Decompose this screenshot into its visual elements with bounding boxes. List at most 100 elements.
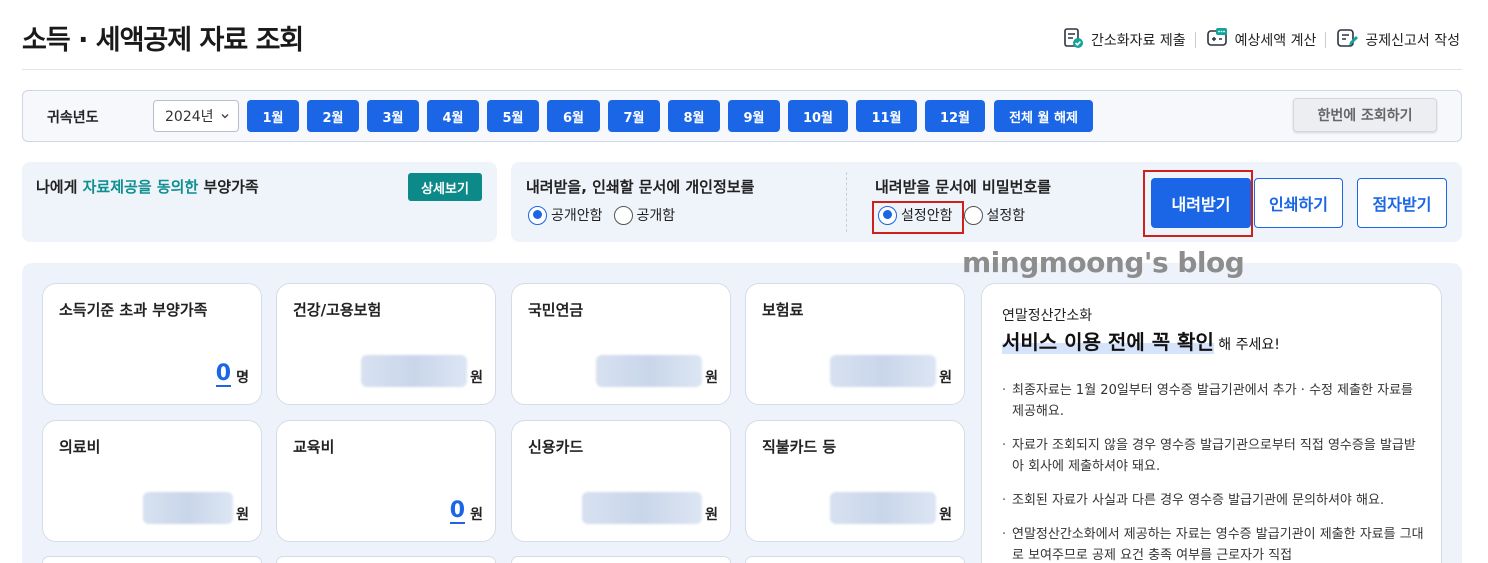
download-button[interactable]: 내려받기 bbox=[1151, 178, 1251, 228]
blurred-amount bbox=[143, 492, 234, 524]
privacy-show-radio[interactable] bbox=[613, 205, 633, 225]
blurred-amount bbox=[361, 355, 468, 387]
summary-card-partial bbox=[511, 556, 731, 563]
summary-card[interactable]: 교육비 0 원 bbox=[276, 420, 496, 542]
summary-card[interactable]: 직불카드 등 원 bbox=[745, 420, 965, 542]
attribution-year-label: 귀속년도 bbox=[47, 110, 99, 126]
summary-card[interactable]: 소득기준 초과 부양가족 0 명 bbox=[42, 283, 262, 405]
print-button[interactable]: 인쇄하기 bbox=[1254, 178, 1343, 228]
summary-card-partial bbox=[276, 556, 496, 563]
header-divider bbox=[22, 69, 1462, 70]
document-check-icon bbox=[1061, 26, 1091, 54]
estimated-tax-label: 예상세액 계산 bbox=[1234, 33, 1317, 49]
card-value: 원 bbox=[830, 492, 952, 524]
month-button-7[interactable]: 7월 bbox=[608, 100, 660, 132]
card-unit: 원 bbox=[705, 370, 718, 386]
document-edit-icon bbox=[1335, 26, 1365, 54]
month-button-5[interactable]: 5월 bbox=[487, 100, 539, 132]
dependents-highlight: 자료제공을 동의한 bbox=[82, 178, 199, 196]
page-header: 소득 · 세액공제 자료 조회 간소화자료 제출 예상세액 계산 공제신고서 작… bbox=[0, 0, 1488, 70]
month-button-8[interactable]: 8월 bbox=[668, 100, 720, 132]
password-off-radio[interactable] bbox=[878, 205, 897, 225]
simplified-data-submit-link[interactable]: 간소화자료 제출 bbox=[1061, 26, 1186, 54]
notice-item: 조회된 자료가 사실과 다른 경우 영수증 발급기관에 문의하셔야 해요. bbox=[1002, 490, 1427, 511]
blog-watermark: mingmoong's blog bbox=[962, 246, 1245, 279]
blurred-amount bbox=[596, 355, 703, 387]
month-button-4[interactable]: 4월 bbox=[427, 100, 479, 132]
query-all-button[interactable]: 한번에 조회하기 bbox=[1293, 98, 1437, 132]
summary-card[interactable]: 건강/고용보험 원 bbox=[276, 283, 496, 405]
month-button-1[interactable]: 1월 bbox=[247, 100, 299, 132]
output-options-panel: 내려받을, 인쇄할 문서에 개인정보를 공개안함 공개함 내려받을 문서에 비밀… bbox=[511, 162, 1462, 242]
month-button-12[interactable]: 12월 bbox=[925, 100, 985, 132]
card-value: 0 원 bbox=[449, 500, 483, 524]
summary-card[interactable]: 국민연금 원 bbox=[511, 283, 731, 405]
deduction-form-link[interactable]: 공제신고서 작성 bbox=[1335, 26, 1460, 54]
privacy-hide-radio[interactable] bbox=[528, 205, 547, 225]
card-amount[interactable]: 0 bbox=[449, 500, 466, 524]
password-on-label: 설정함 bbox=[986, 208, 1026, 224]
notice-item: 최종자료는 1월 20일부터 영수증 발급기관에서 추가 · 수정 제출한 자료… bbox=[1002, 380, 1427, 422]
month-button-6[interactable]: 6월 bbox=[547, 100, 600, 132]
filter-bar: 귀속년도 2024년 1월 2월 3월 4월 5월 6월 7월 8월 9월 10… bbox=[22, 90, 1462, 142]
year-value: 2024년 bbox=[165, 109, 214, 125]
summary-card[interactable]: 의료비 원 bbox=[42, 420, 262, 542]
notice-panel: 연말정산간소화 서비스 이용 전에 꼭 확인 해 주세요! 최종자료는 1월 2… bbox=[981, 283, 1442, 563]
privacy-hide-label: 공개안함 bbox=[551, 208, 603, 224]
blurred-amount bbox=[582, 492, 703, 524]
privacy-radio-group: 공개안함 공개함 bbox=[528, 205, 686, 225]
card-value: 원 bbox=[582, 492, 718, 524]
card-title: 건강/고용보험 bbox=[293, 301, 382, 319]
clear-all-months-button[interactable]: 전체 월 해제 bbox=[994, 100, 1093, 132]
header-actions: 간소화자료 제출 예상세액 계산 공제신고서 작성 bbox=[1061, 26, 1460, 54]
card-value: 0 명 bbox=[215, 363, 249, 387]
estimated-tax-link[interactable]: 예상세액 계산 bbox=[1205, 26, 1317, 54]
notice-heading-tail: 해 주세요! bbox=[1213, 337, 1280, 353]
summary-card-partial bbox=[745, 556, 965, 563]
month-button-2[interactable]: 2월 bbox=[307, 100, 359, 132]
card-unit: 원 bbox=[236, 507, 249, 523]
braille-button[interactable]: 점자받기 bbox=[1357, 178, 1447, 228]
card-unit: 원 bbox=[470, 507, 483, 523]
card-unit: 원 bbox=[470, 370, 483, 386]
card-amount[interactable]: 0 bbox=[215, 363, 232, 387]
summary-card-partial bbox=[42, 556, 262, 563]
notice-item: 연말정산간소화에서 제공하는 자료는 영수증 발급기관이 제출한 자료를 그대로… bbox=[1002, 524, 1427, 563]
calculator-icon bbox=[1205, 26, 1235, 54]
card-title: 직불카드 등 bbox=[762, 438, 837, 456]
notice-heading: 서비스 이용 전에 꼭 확인 해 주세요! bbox=[1002, 326, 1280, 355]
deduction-form-label: 공제신고서 작성 bbox=[1365, 33, 1460, 49]
password-radio-group: 설정안함 설정함 bbox=[878, 205, 1036, 225]
month-button-9[interactable]: 9월 bbox=[728, 100, 780, 132]
year-select[interactable]: 2024년 bbox=[153, 100, 239, 132]
card-value: 원 bbox=[143, 492, 249, 524]
card-unit: 원 bbox=[705, 507, 718, 523]
card-title: 교육비 bbox=[293, 438, 335, 456]
month-button-3[interactable]: 3월 bbox=[367, 100, 419, 132]
card-title: 의료비 bbox=[59, 438, 101, 456]
simplified-data-submit-label: 간소화자료 제출 bbox=[1091, 33, 1186, 49]
password-on-radio[interactable] bbox=[963, 205, 983, 225]
notice-list: 최종자료는 1월 20일부터 영수증 발급기관에서 추가 · 수정 제출한 자료… bbox=[1002, 380, 1427, 563]
notice-heading-main: 서비스 이용 전에 꼭 확인 bbox=[1002, 330, 1214, 354]
month-button-11[interactable]: 11월 bbox=[856, 100, 917, 132]
summary-card[interactable]: 신용카드 원 bbox=[511, 420, 731, 542]
notice-item: 자료가 조회되지 않을 경우 영수증 발급기관으로부터 직접 영수증을 발급받아… bbox=[1002, 435, 1427, 477]
card-unit: 명 bbox=[236, 370, 249, 386]
privacy-option-title: 내려받을, 인쇄할 문서에 개인정보를 bbox=[526, 178, 755, 196]
options-divider bbox=[846, 172, 847, 232]
summary-card[interactable]: 보험료 원 bbox=[745, 283, 965, 405]
divider bbox=[1194, 32, 1196, 48]
card-title: 국민연금 bbox=[528, 301, 584, 319]
dependents-panel: 나에게 자료제공을 동의한 부양가족 상세보기 bbox=[22, 162, 497, 242]
dependents-suffix: 부양가족 bbox=[198, 178, 259, 196]
dependents-heading: 나에게 자료제공을 동의한 부양가족 bbox=[36, 176, 259, 197]
password-option-title: 내려받을 문서에 비밀번호를 bbox=[875, 178, 1052, 196]
month-button-10[interactable]: 10월 bbox=[788, 100, 848, 132]
blurred-amount bbox=[830, 355, 937, 387]
card-title: 보험료 bbox=[762, 301, 804, 319]
password-off-label: 설정안함 bbox=[901, 208, 953, 224]
privacy-show-label: 공개함 bbox=[636, 208, 676, 224]
dependents-prefix: 나에게 bbox=[36, 178, 83, 196]
detail-view-button[interactable]: 상세보기 bbox=[408, 173, 482, 201]
